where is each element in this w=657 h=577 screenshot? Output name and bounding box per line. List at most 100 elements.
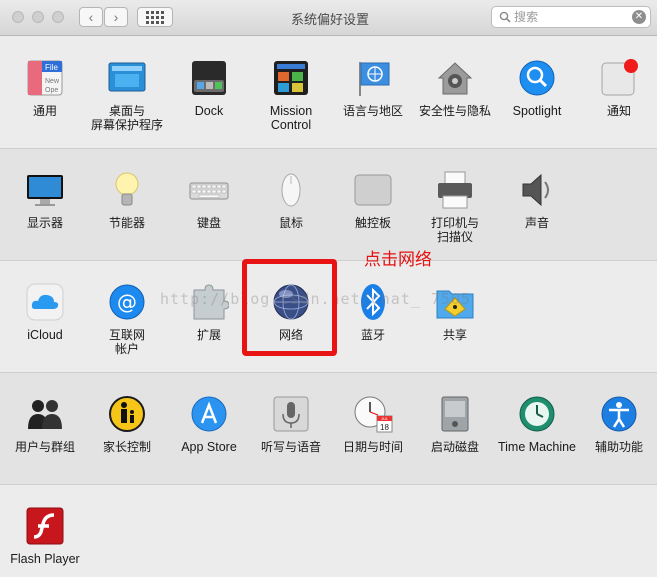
pane-flash-player[interactable]: Flash Player [4, 506, 86, 566]
dock-icon [189, 58, 229, 98]
pane-label: 蓝牙 [360, 328, 385, 342]
trackpad-icon [353, 170, 393, 210]
pane-label: 显示器 [26, 216, 63, 230]
pane-label: Dock [194, 104, 224, 118]
pane-label: 声音 [524, 216, 549, 230]
pane-label: 安全性与隐私 [418, 104, 491, 118]
bulb-icon [107, 170, 147, 210]
pane-label: App Store [181, 440, 237, 454]
pane-label: 日期与时间 [342, 440, 403, 454]
zoom-window-button[interactable] [52, 11, 64, 23]
pane-security[interactable]: 安全性与隐私 [414, 58, 496, 118]
mouse-icon [271, 170, 311, 210]
chevron-right-icon: › [113, 9, 119, 25]
pane-accessibility[interactable]: 辅助功能 [578, 394, 657, 454]
pane-startup-disk[interactable]: 启动磁盘 [414, 394, 496, 454]
pane-general[interactable]: File New Ope 通用 [4, 58, 86, 118]
window-title: 系统偏好设置 [290, 12, 369, 27]
annotation-text: 点击网络 [364, 250, 432, 270]
pane-internet-accounts[interactable]: @ 互联网 帐户 [86, 282, 168, 356]
magnifier-icon [499, 11, 511, 23]
svg-text:New: New [45, 78, 60, 85]
pane-language-region[interactable]: 语言与地区 [332, 58, 414, 118]
minimize-window-button[interactable] [32, 11, 44, 23]
pane-label: 桌面与 屏幕保护程序 [90, 104, 163, 132]
pane-icloud[interactable]: iCloud [4, 282, 86, 342]
pane-time-machine[interactable]: Time Machine [496, 394, 578, 454]
pane-label: 鼠标 [278, 216, 303, 230]
chevron-left-icon: ‹ [88, 9, 94, 25]
pane-mission-control[interactable]: Mission Control [250, 58, 332, 132]
title-bar: ‹ › 系统偏好设置 ✕ [0, 0, 657, 36]
pane-label: Mission Control [269, 104, 313, 132]
printer-icon [435, 170, 475, 210]
forward-button[interactable]: › [104, 7, 128, 27]
search-input[interactable] [514, 9, 624, 25]
pane-label: 节能器 [108, 216, 145, 230]
pane-label: iCloud [27, 328, 63, 342]
svg-text:Ope: Ope [45, 87, 58, 94]
pane-energy[interactable]: 节能器 [86, 170, 168, 230]
pane-label: 共享 [442, 328, 467, 342]
mission-control-icon [271, 58, 311, 98]
pane-users[interactable]: 用户与群组 [4, 394, 86, 454]
spotlight-icon [517, 58, 557, 98]
globe-flag-icon [353, 58, 393, 98]
desktop-icon [107, 58, 147, 98]
accessibility-icon [599, 394, 639, 434]
pane-dock[interactable]: Dock [168, 58, 250, 118]
users-icon [25, 394, 65, 434]
search-field[interactable]: ✕ [491, 6, 651, 28]
pane-label: 互联网 帐户 [108, 328, 145, 356]
svg-text:File: File [45, 63, 58, 72]
pane-label: 启动磁盘 [430, 440, 479, 454]
svg-text:JUL: JUL [381, 416, 389, 421]
pane-label: 键盘 [196, 216, 221, 230]
pane-label: 触控板 [354, 216, 391, 230]
pane-label: 通知 [606, 104, 631, 118]
pane-spotlight[interactable]: Spotlight [496, 58, 578, 118]
grid-icon [146, 10, 164, 24]
back-button[interactable]: ‹ [79, 7, 103, 27]
at-icon: @ [107, 282, 147, 322]
pane-desktop[interactable]: 桌面与 屏幕保护程序 [86, 58, 168, 132]
pane-mouse[interactable]: 鼠标 [250, 170, 332, 230]
pane-parental[interactable]: 家长控制 [86, 394, 168, 454]
pane-app-store[interactable]: App Store [168, 394, 250, 454]
pane-printers[interactable]: 打印机与 扫描仪 [414, 170, 496, 244]
pane-sound[interactable]: 声音 [496, 170, 578, 230]
network-highlight-box [242, 259, 337, 356]
microphone-icon [271, 394, 311, 434]
icloud-icon [25, 282, 65, 322]
pane-label: 家长控制 [102, 440, 151, 454]
pane-label: 语言与地区 [342, 104, 403, 118]
section-other [0, 484, 657, 577]
pane-label: Flash Player [10, 552, 80, 566]
disk-icon [435, 394, 475, 434]
time-machine-icon [517, 394, 557, 434]
svg-text:18: 18 [380, 423, 389, 432]
keyboard-icon [189, 170, 229, 210]
pane-keyboard[interactable]: 键盘 [168, 170, 250, 230]
pane-dictation[interactable]: 听写与语音 [250, 394, 332, 454]
house-lock-icon [435, 58, 475, 98]
parental-icon [107, 394, 147, 434]
pane-label: 用户与群组 [14, 440, 75, 454]
pane-notifications[interactable]: 通知 [578, 58, 657, 118]
pane-displays[interactable]: 显示器 [4, 170, 86, 230]
speaker-icon [517, 170, 557, 210]
x-icon[interactable]: ✕ [632, 10, 646, 24]
pane-date-time[interactable]: JUL 18 日期与时间 [332, 394, 414, 454]
display-icon [25, 170, 65, 210]
pane-trackpad[interactable]: 触控板 [332, 170, 414, 230]
notifications-icon [599, 58, 639, 98]
show-all-button[interactable] [137, 7, 173, 27]
pane-label: 通用 [32, 104, 57, 118]
appstore-icon [189, 394, 229, 434]
clock-calendar-icon: JUL 18 [353, 394, 393, 434]
pane-label: 听写与语音 [260, 440, 321, 454]
pane-label: Time Machine [497, 440, 577, 454]
pane-label: 打印机与 扫描仪 [430, 216, 479, 244]
flash-icon [25, 506, 65, 546]
close-window-button[interactable] [12, 11, 24, 23]
